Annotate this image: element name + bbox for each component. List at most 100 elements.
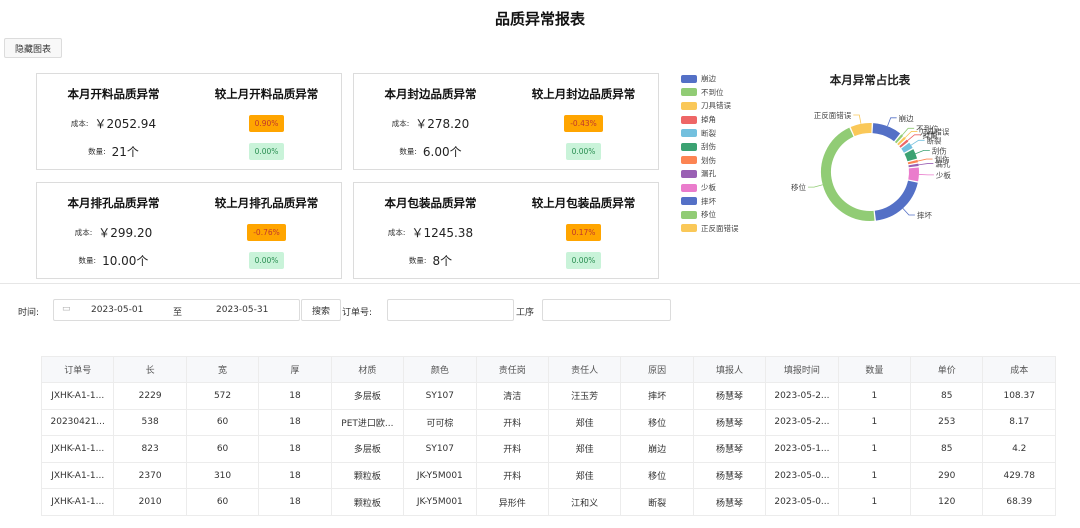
- table-cell: 18: [258, 435, 332, 463]
- table-cell: 杨慧琴: [692, 488, 767, 516]
- table-cell: 2370: [113, 461, 187, 490]
- legend-item[interactable]: 断裂: [681, 126, 739, 140]
- column-header[interactable]: 责任岗: [475, 356, 549, 383]
- date-start[interactable]: 2023-05-01: [91, 305, 143, 315]
- date-end[interactable]: 2023-05-31: [216, 305, 268, 315]
- table-row[interactable]: JXHK-A1-1... 2010 60 18 颗粒板 JK-Y5M001 异形件 江和义 断裂…: [40, 488, 1056, 516]
- slice-leader-line: [902, 208, 915, 216]
- table-cell: 颗粒板: [330, 488, 405, 516]
- legend-item[interactable]: 不到位: [681, 86, 739, 100]
- slice-label: 漏孔: [935, 159, 950, 169]
- legend-item[interactable]: 摔坏: [681, 194, 739, 208]
- card-title: 本月包装品质异常: [384, 196, 477, 210]
- legend-item[interactable]: 刀具错误: [681, 99, 739, 113]
- table-cell: 开料: [475, 408, 549, 437]
- legend-item[interactable]: 漏孔: [681, 167, 739, 181]
- table-cell: 崩边: [620, 435, 694, 463]
- legend-swatch: [681, 183, 697, 192]
- table-cell: 杨慧琴: [692, 461, 767, 490]
- table-row[interactable]: JXHK-A1-1... 2229 572 18 多层板 SY107 清洁 汪玉芳 摔坏 杨慧琴 2…: [40, 382, 1056, 410]
- table-cell: 杨慧琴: [692, 408, 767, 437]
- qty-change-badge: 0.00%: [565, 251, 602, 269]
- column-header[interactable]: 单价: [910, 356, 984, 383]
- table-cell: 2023-05-0...: [765, 461, 839, 490]
- slice-label: 断裂: [927, 135, 942, 145]
- table-cell: SY107: [403, 382, 477, 410]
- donut-slice[interactable]: [908, 167, 919, 182]
- donut-slice[interactable]: [821, 127, 875, 221]
- legend-item[interactable]: 刮伤: [681, 140, 739, 154]
- column-header[interactable]: 数量: [837, 356, 912, 383]
- table-row[interactable]: 20230421... 538 60 18 PET进口欧... 可可棕 开料 郑佳 移位 杨慧琴 2…: [40, 408, 1056, 437]
- slice-leader-line: [910, 139, 925, 146]
- legend-label: 崩边: [701, 74, 716, 84]
- column-header[interactable]: 填报人: [692, 356, 767, 383]
- donut-slice[interactable]: [899, 139, 909, 148]
- column-header[interactable]: 责任人: [547, 356, 622, 383]
- table-cell: 1: [837, 382, 912, 410]
- legend-swatch: [681, 169, 697, 178]
- donut-slice[interactable]: [874, 180, 918, 221]
- legend-label: 刮伤: [701, 142, 716, 152]
- legend-item[interactable]: 正反面错误: [681, 222, 739, 236]
- legend-swatch: [681, 156, 697, 165]
- cost-change-badge: -0.76%: [247, 223, 286, 241]
- cost-value: ￥299.20: [98, 225, 153, 240]
- table-cell: 2023-05-1...: [765, 435, 839, 463]
- table-cell: 郑佳: [547, 435, 622, 463]
- search-button[interactable]: 搜索: [301, 299, 341, 321]
- slice-leader-line: [887, 117, 897, 127]
- column-header[interactable]: 订单号: [40, 356, 115, 383]
- donut-slice[interactable]: [901, 142, 913, 153]
- legend-item[interactable]: 少板: [681, 181, 739, 195]
- qty-change-badge: 0.00%: [565, 142, 602, 160]
- table-row[interactable]: JXHK-A1-1... 823 60 18 多层板 SY107 开料 郑佳 崩边 杨慧琴 2023…: [40, 435, 1056, 463]
- legend-item[interactable]: 移位: [681, 208, 739, 222]
- table-cell: 2023-05-0...: [765, 488, 839, 516]
- column-header[interactable]: 长: [113, 356, 187, 383]
- table-cell: 开料: [475, 435, 549, 463]
- legend-item[interactable]: 划伤: [681, 154, 739, 168]
- column-header[interactable]: 原因: [620, 356, 694, 383]
- table-cell: JXHK-A1-1...: [40, 461, 115, 490]
- column-header[interactable]: 填报时间: [765, 356, 839, 383]
- table-header-row: 订单号长宽厚材质 颜色 责任岗 责任人 原因 填报人 填报时间 数量 单价 成本: [40, 356, 1056, 383]
- column-header[interactable]: 厚: [258, 356, 332, 383]
- process-input[interactable]: [542, 299, 671, 321]
- table-cell: 摔坏: [620, 382, 694, 410]
- card-compare-title: 较上月封边品质异常: [531, 87, 636, 101]
- donut-slice[interactable]: [894, 134, 904, 144]
- table-cell: 18: [258, 488, 332, 516]
- legend-item[interactable]: 崩边: [681, 72, 739, 86]
- legend-label: 掉角: [701, 115, 716, 125]
- hide-chart-button[interactable]: 隐藏图表: [4, 38, 62, 58]
- legend-label: 正反面错误: [701, 223, 739, 233]
- column-header[interactable]: 材质: [330, 356, 405, 383]
- table-cell: 120: [910, 488, 984, 516]
- qty-value: 10.00个: [102, 253, 149, 268]
- table-row[interactable]: JXHK-A1-1... 2370 310 18 颗粒板 JK-Y5M001 开料 郑佳 移位杨…: [40, 461, 1056, 490]
- column-header[interactable]: 颜色: [403, 356, 477, 383]
- table-cell: JXHK-A1-1...: [40, 382, 115, 410]
- table-cell: JXHK-A1-1...: [40, 435, 115, 463]
- column-header[interactable]: 成本: [982, 356, 1056, 383]
- donut-slice[interactable]: [850, 123, 872, 137]
- legend-item[interactable]: 掉角: [681, 113, 739, 127]
- order-number-label: 订单号:: [342, 308, 373, 318]
- table-cell: 108.37: [982, 382, 1056, 410]
- donut-slice[interactable]: [872, 123, 901, 142]
- donut-slice[interactable]: [904, 149, 918, 162]
- table-cell: 异形件: [475, 488, 549, 516]
- card-title: 本月排孔品质异常: [67, 196, 160, 210]
- column-header[interactable]: 宽: [185, 356, 260, 383]
- table-cell: 杨慧琴: [692, 435, 767, 463]
- table-cell: 2229: [113, 382, 187, 410]
- donut-slice[interactable]: [897, 136, 906, 146]
- slice-leader-line: [853, 114, 862, 124]
- table-cell: 多层板: [330, 435, 405, 463]
- date-range-picker[interactable]: ▭ 2023-05-01 至 2023-05-31: [53, 299, 300, 321]
- table-cell: 清洁: [475, 382, 549, 410]
- order-number-input[interactable]: [387, 299, 514, 321]
- chart-title: 本月异常占比表: [829, 73, 911, 87]
- legend-label: 少板: [701, 183, 716, 193]
